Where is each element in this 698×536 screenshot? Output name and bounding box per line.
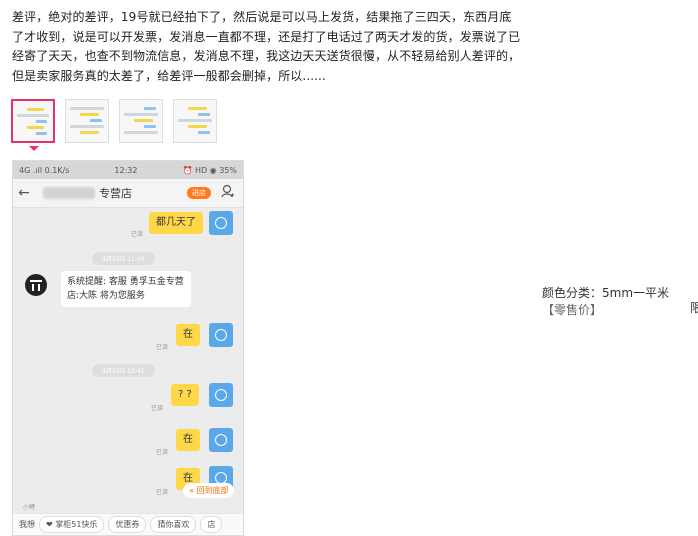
read-label: 已读	[131, 231, 144, 238]
timestamp: 4月20日 12:41	[92, 364, 155, 377]
user-avatar-icon	[209, 383, 233, 407]
blurred-shop-name	[43, 187, 95, 199]
user-avatar-icon	[209, 428, 233, 452]
status-right: ⏰ HD ◉ 35%	[182, 165, 237, 175]
quick-chip: ❤ 掌柜51快乐	[39, 516, 105, 533]
shop-name: 专营店	[99, 187, 132, 200]
review-thumbnail[interactable]	[11, 99, 55, 143]
message-bubble: ? ?	[171, 384, 199, 406]
review-thumbnails	[11, 99, 217, 143]
timestamp: 4月20日 11:09	[92, 252, 155, 265]
quick-chip: 优惠券	[108, 516, 147, 533]
status-left: 4G .ıll 0.1K/s	[19, 165, 70, 175]
input-label: 我想	[19, 520, 35, 529]
chat-nav-bar: ← 专营店 进店	[13, 179, 243, 208]
message-bubble: 都几天了	[149, 212, 203, 234]
enter-shop-button: 进店	[187, 187, 211, 199]
chevron-down-icon: «	[189, 486, 194, 495]
sku-info: 颜色分类：5mm一平米 【零售价】	[542, 285, 669, 319]
sku-label: 颜色分类：5mm一平米	[542, 286, 670, 300]
system-avatar-icon	[25, 274, 47, 296]
quick-chip: 猜你喜欢	[150, 516, 197, 533]
user-icon	[221, 184, 234, 198]
review-thumbnail[interactable]	[173, 99, 217, 143]
review-thumbnail[interactable]	[65, 99, 109, 143]
clipped-text: 限	[690, 301, 698, 315]
quick-chip: 店	[200, 516, 223, 533]
partial-text: 小鲤	[23, 504, 36, 511]
read-label: 已读	[156, 344, 169, 351]
review-thumbnail[interactable]	[119, 99, 163, 143]
status-time: 12:32	[114, 165, 138, 175]
user-avatar-icon	[209, 211, 233, 235]
phone-status-bar: 4G .ıll 0.1K/s 12:32 ⏰ HD ◉ 35%	[13, 161, 243, 179]
user-avatar-icon	[209, 323, 233, 347]
review-screenshot: 4G .ıll 0.1K/s 12:32 ⏰ HD ◉ 35% ← 专营店 进店…	[12, 160, 244, 536]
selected-thumbnail-indicator	[29, 146, 39, 151]
quick-reply-bar: 我想 ❤ 掌柜51快乐 优惠券 猜你喜欢 店	[13, 513, 243, 535]
review-text: 差评，绝对的差评，19号就已经拍下了，然后说是可以马上发货，结果拖了三四天，东西…	[12, 10, 521, 83]
message-bubble: 在	[176, 324, 200, 346]
price-tag: 【零售价】	[542, 303, 603, 317]
read-label: 已读	[156, 449, 169, 456]
system-message: 系统提醒: 客服 勇孚五金专营店:大陈 将为您服务	[61, 271, 191, 307]
message-bubble: 在	[176, 429, 200, 451]
read-label: 已读	[156, 489, 169, 496]
read-label: 已读	[151, 405, 164, 412]
back-to-bottom-button: « 回到底部	[183, 483, 235, 498]
back-arrow-icon: ←	[18, 185, 30, 201]
